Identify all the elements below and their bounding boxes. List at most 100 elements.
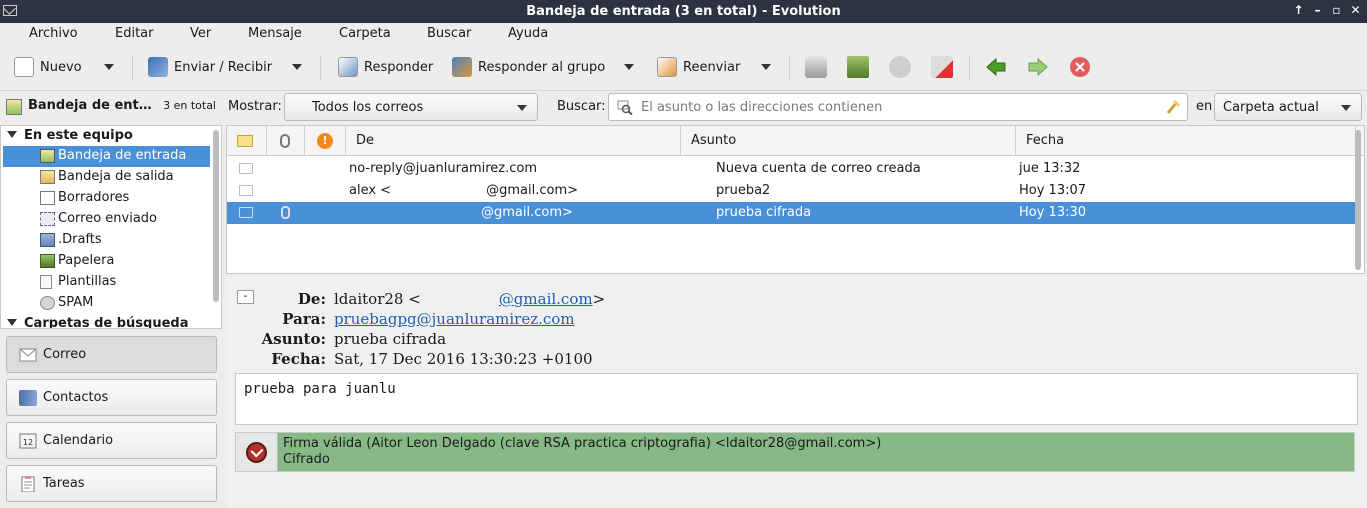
- folder-dot-drafts[interactable]: .Drafts: [3, 230, 210, 251]
- search-scope-select[interactable]: Carpeta actual: [1214, 93, 1362, 121]
- search-icon[interactable]: [617, 99, 633, 115]
- current-folder-name: Bandeja de ent…: [28, 98, 152, 113]
- message-list-scrollbar[interactable]: [1355, 130, 1361, 270]
- column-status[interactable]: [227, 126, 267, 156]
- nav-contacts-button[interactable]: Contactos: [6, 379, 217, 416]
- menu-buscar[interactable]: Buscar: [427, 26, 471, 41]
- close-icon[interactable]: ✕: [1350, 3, 1361, 17]
- column-date[interactable]: Fecha: [1016, 126, 1356, 156]
- from-value: ldaitor28 < @gmail.com>: [334, 290, 605, 308]
- contacts-icon: [19, 390, 37, 406]
- paperclip-icon: [281, 206, 290, 219]
- menu-editar[interactable]: Editar: [115, 26, 154, 41]
- menu-mensaje[interactable]: Mensaje: [248, 26, 302, 41]
- folder-sent[interactable]: Correo enviado: [3, 209, 210, 230]
- envelope-icon: [239, 185, 253, 196]
- maximize-up-icon[interactable]: ↑: [1293, 3, 1304, 17]
- menu-ayuda[interactable]: Ayuda: [508, 26, 548, 41]
- send-receive-button[interactable]: Enviar / Recibir: [148, 55, 272, 79]
- forward-dropdown-arrow[interactable]: [761, 64, 771, 70]
- forward-icon: [657, 57, 677, 77]
- encryption-status-text: Cifrado: [283, 452, 330, 467]
- message-date: Hoy 13:07: [1019, 183, 1087, 198]
- minimize-icon[interactable]: –: [1312, 3, 1323, 17]
- junk-icon[interactable]: [889, 56, 911, 78]
- nav-calendar-button[interactable]: 12 Calendario: [6, 422, 217, 459]
- paperclip-icon: [280, 134, 290, 148]
- templates-icon: [40, 275, 52, 289]
- nav-mail-button[interactable]: Correo: [6, 336, 217, 373]
- column-from[interactable]: De: [346, 126, 681, 156]
- separator: [969, 55, 970, 81]
- forward-button[interactable]: Reenviar: [657, 55, 740, 79]
- message-date: jue 13:32: [1019, 161, 1081, 176]
- menu-ver[interactable]: Ver: [190, 26, 211, 41]
- signature-button[interactable]: [236, 433, 278, 471]
- tree-scrollbar[interactable]: [213, 130, 219, 302]
- reply-button[interactable]: Responder: [338, 55, 433, 79]
- message-row-selected[interactable]: @gmail.com> prueba cifrada Hoy 13:30: [227, 202, 1355, 224]
- tree-group-label: Carpetas de búsqueda: [24, 316, 189, 329]
- envelope-icon: [239, 163, 253, 174]
- message-body-text: prueba para juanlu: [244, 381, 396, 397]
- folder-drafts[interactable]: Borradores: [3, 188, 210, 209]
- outbox-icon: [40, 170, 55, 184]
- sent-icon: [40, 212, 55, 226]
- reply-group-button[interactable]: Responder al grupo: [452, 55, 605, 79]
- nav-tasks-button[interactable]: Tareas: [6, 465, 217, 502]
- tree-group-label: En este equipo: [24, 128, 133, 143]
- archive-icon[interactable]: [847, 56, 869, 78]
- in-label: en: [1196, 99, 1213, 114]
- svg-text:12: 12: [23, 438, 33, 447]
- from-email-link[interactable]: @gmail.com: [499, 290, 593, 308]
- tree-group-search-folders[interactable]: Carpetas de búsqueda: [7, 316, 189, 329]
- message-from: @gmail.com>: [481, 205, 573, 220]
- compose-icon: [14, 57, 34, 77]
- menu-archivo[interactable]: Archivo: [29, 26, 78, 41]
- nav-label: Contactos: [43, 390, 109, 405]
- menu-carpeta[interactable]: Carpeta: [339, 26, 391, 41]
- trash-icon: [40, 254, 55, 268]
- search-input[interactable]: El asunto o las direcciones contienen: [608, 93, 1188, 121]
- print-icon[interactable]: [805, 56, 827, 78]
- folder-outbox[interactable]: Bandeja de salida: [3, 167, 210, 188]
- search-label: Buscar:: [557, 99, 606, 114]
- column-importance[interactable]: !: [305, 126, 346, 156]
- folder-trash[interactable]: Papelera: [3, 251, 210, 272]
- tasks-icon: [21, 476, 35, 492]
- next-arrow-icon[interactable]: [1027, 56, 1049, 78]
- expand-triangle-icon[interactable]: [7, 131, 17, 138]
- new-dropdown-arrow[interactable]: [104, 64, 114, 70]
- folder-label: Borradores: [58, 190, 130, 205]
- folder-inbox[interactable]: Bandeja de entrada: [3, 146, 210, 167]
- folder-spam[interactable]: SPAM: [3, 293, 210, 314]
- not-junk-icon[interactable]: [931, 56, 953, 78]
- clear-search-icon[interactable]: [1165, 99, 1181, 115]
- message-subject: prueba cifrada: [716, 205, 812, 220]
- to-email-link[interactable]: pruebagpg@juanluramirez.com: [334, 310, 575, 328]
- current-folder-header: Bandeja de ent… 3 en total: [0, 92, 222, 122]
- restore-icon[interactable]: ▫: [1331, 3, 1342, 17]
- stop-icon[interactable]: [1069, 56, 1091, 78]
- new-button[interactable]: Nuevo: [14, 55, 82, 79]
- inbox-icon: [6, 99, 22, 115]
- redacted-area: [420, 292, 499, 306]
- message-row[interactable]: alex < @gmail.com> prueba2 Hoy 13:07: [227, 180, 1355, 202]
- previous-arrow-icon[interactable]: [985, 56, 1007, 78]
- separator: [789, 55, 790, 81]
- folder-templates[interactable]: Plantillas: [3, 272, 210, 293]
- expand-triangle-icon[interactable]: [7, 319, 17, 326]
- show-filter-select[interactable]: Todos los correos: [284, 93, 538, 121]
- column-attachment[interactable]: [267, 126, 305, 156]
- spam-icon: [40, 296, 55, 310]
- message-count: 3 en total: [163, 99, 216, 112]
- message-row[interactable]: no-reply@juanluramirez.com Nueva cuenta …: [227, 158, 1355, 180]
- reply-group-dropdown-arrow[interactable]: [624, 64, 634, 70]
- tree-group-local[interactable]: En este equipo: [7, 128, 133, 143]
- column-subject[interactable]: Asunto: [681, 126, 1016, 156]
- column-label: Asunto: [691, 133, 737, 148]
- message-from: no-reply@juanluramirez.com: [349, 161, 538, 176]
- send-receive-dropdown-arrow[interactable]: [292, 64, 302, 70]
- mail-icon: [19, 348, 37, 362]
- message-subject: Nueva cuenta de correo creada: [716, 161, 921, 176]
